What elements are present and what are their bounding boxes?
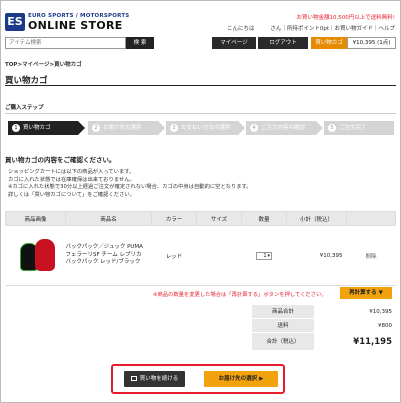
greeting: こんにちは	[227, 26, 255, 32]
note-line[interactable]: 詳しくは「買い物カゴについて」をご確認ください。	[8, 192, 252, 200]
mypage-button[interactable]: マイページ	[212, 37, 256, 49]
col-name: 商品名	[65, 211, 152, 226]
product-color: レッド	[151, 225, 197, 286]
logo-mark: ES	[5, 13, 25, 31]
user-links[interactable]: さん｜所持ポイント0pt｜お買い物ガイド｜ヘルプ	[270, 24, 395, 32]
cart-confirm-heading: 買い物カゴの内容をご確認ください。	[5, 156, 116, 164]
purchase-steps: 1 買い物カゴ 2 お届け先の選択 3 お支払い方法の選択 4 ご注文内容の確認 5 ご注…	[8, 121, 394, 135]
step-number: 4	[250, 123, 258, 132]
store-logo[interactable]: ES EURO SPORTS / MOTORSPORTS ONLINE STOR…	[5, 13, 129, 31]
col-delete	[346, 211, 396, 226]
step-number: 2	[92, 123, 100, 132]
delete-cell: 削除	[346, 225, 396, 286]
breadcrumb[interactable]: TOP>マイページ>買い物カゴ	[5, 60, 82, 68]
product-image-cell	[5, 225, 66, 286]
col-subtotal: 小計（税込）	[286, 211, 347, 226]
cart-icon	[130, 376, 137, 381]
search-input[interactable]	[5, 37, 126, 49]
logo-text: EURO SPORTS / MOTORSPORTS ONLINE STORE	[28, 13, 129, 31]
cart-table: 商品画像 商品名 カラー サイズ 数量 小計（税込） バックパック／ジュック P…	[5, 211, 396, 286]
continue-shopping-label: 買い物を続ける	[139, 376, 179, 382]
summary-label: 合計（税込）	[252, 333, 314, 350]
step-complete: 5 ご注文完了	[324, 121, 394, 135]
search-button[interactable]: 検 索	[126, 37, 154, 49]
step-label: ご注文完了	[339, 125, 367, 131]
title-divider	[5, 85, 396, 86]
quantity-select[interactable]: 1	[256, 251, 272, 260]
summary-total-value: ¥11,195	[353, 337, 392, 347]
step-label: 買い物カゴ	[23, 125, 51, 131]
summary-shipping-row: 送料 ¥800	[252, 319, 396, 333]
quantity-value: 1	[263, 252, 267, 259]
summary-value: ¥800	[378, 323, 392, 329]
col-image: 商品画像	[5, 211, 66, 226]
summary-value: ¥10,395	[369, 309, 392, 315]
cart-notes: ショッピングカートには以下の商品が入っています。 カゴに入れた状態では在庫確保は…	[8, 169, 252, 200]
note-line: ショッピングカートには以下の商品が入っています。	[8, 169, 135, 175]
product-subtotal: ¥10,395	[286, 225, 347, 286]
summary-total-row: 合計（税込） ¥11,195	[252, 333, 396, 351]
steps-divider	[5, 113, 396, 114]
step-cart: 1 買い物カゴ	[8, 121, 85, 135]
col-qty: 数量	[241, 211, 287, 226]
select-delivery-button[interactable]: お届け先の選択 ▶	[204, 371, 278, 387]
step-number: 3	[170, 123, 178, 132]
step-delivery: 2 お届け先の選択	[88, 121, 165, 135]
backpack-red-image	[34, 238, 55, 271]
delete-link[interactable]: 削除	[365, 254, 376, 260]
product-size	[196, 225, 242, 286]
free-shipping-note: お買い物金額10,500円以上で送料無料!	[296, 15, 395, 21]
step-payment: 3 お支払い方法の選択	[166, 121, 245, 135]
logout-button[interactable]: ログアウト	[258, 37, 308, 49]
step-number: 1	[12, 123, 20, 132]
table-row: バックパック／ジュック PUMA フェラーリSF チーム レプリカバックパック …	[5, 225, 396, 286]
table-header-row: 商品画像 商品名 カラー サイズ 数量 小計（税込）	[5, 211, 396, 226]
order-summary: 商品合計 ¥10,395 送料 ¥800 合計（税込） ¥11,195	[252, 305, 396, 351]
step-label: ご注文内容の確認	[261, 125, 306, 131]
step-number: 5	[328, 123, 336, 132]
summary-subtotal-row: 商品合計 ¥10,395	[252, 305, 396, 319]
header-toolbar: 検 索 マイページ ログアウト 買い物カゴ ¥10,395 (1点)	[5, 37, 396, 49]
cart-button[interactable]: 買い物カゴ	[311, 37, 347, 49]
quantity-cell: 1	[241, 225, 287, 286]
note-line: ※カゴに入れた状態で30分以上経過ご注文が確定されない場合、カゴの中身は自動的に…	[8, 184, 252, 191]
purchase-steps-label: ご購入ステップ	[5, 105, 44, 111]
product-name-cell: バックパック／ジュック PUMA フェラーリSF チーム レプリカバックパック …	[65, 225, 152, 286]
cart-total: ¥10,395 (1点)	[347, 37, 396, 49]
continue-shopping-button[interactable]: 買い物を続ける	[124, 371, 185, 387]
step-label: お届け先の選択	[103, 125, 142, 131]
recalc-button[interactable]: 再計算する ▼	[340, 287, 392, 299]
product-name[interactable]: バックパック／ジュック PUMA フェラーリSF チーム レプリカバックパック …	[66, 244, 144, 267]
product-image[interactable]	[19, 237, 60, 275]
recalc-note: ※商品の数量を変更した場合は「再計算する」ボタンを押してください。	[153, 292, 327, 298]
col-size: サイズ	[196, 211, 242, 226]
summary-label: 商品合計	[252, 305, 314, 318]
step-label: お支払い方法の選択	[181, 125, 231, 131]
summary-label: 送料	[252, 319, 314, 332]
col-color: カラー	[151, 211, 197, 226]
logo-title: ONLINE STORE	[28, 19, 123, 32]
step-confirm: 4 ご注文内容の確認	[246, 121, 323, 135]
